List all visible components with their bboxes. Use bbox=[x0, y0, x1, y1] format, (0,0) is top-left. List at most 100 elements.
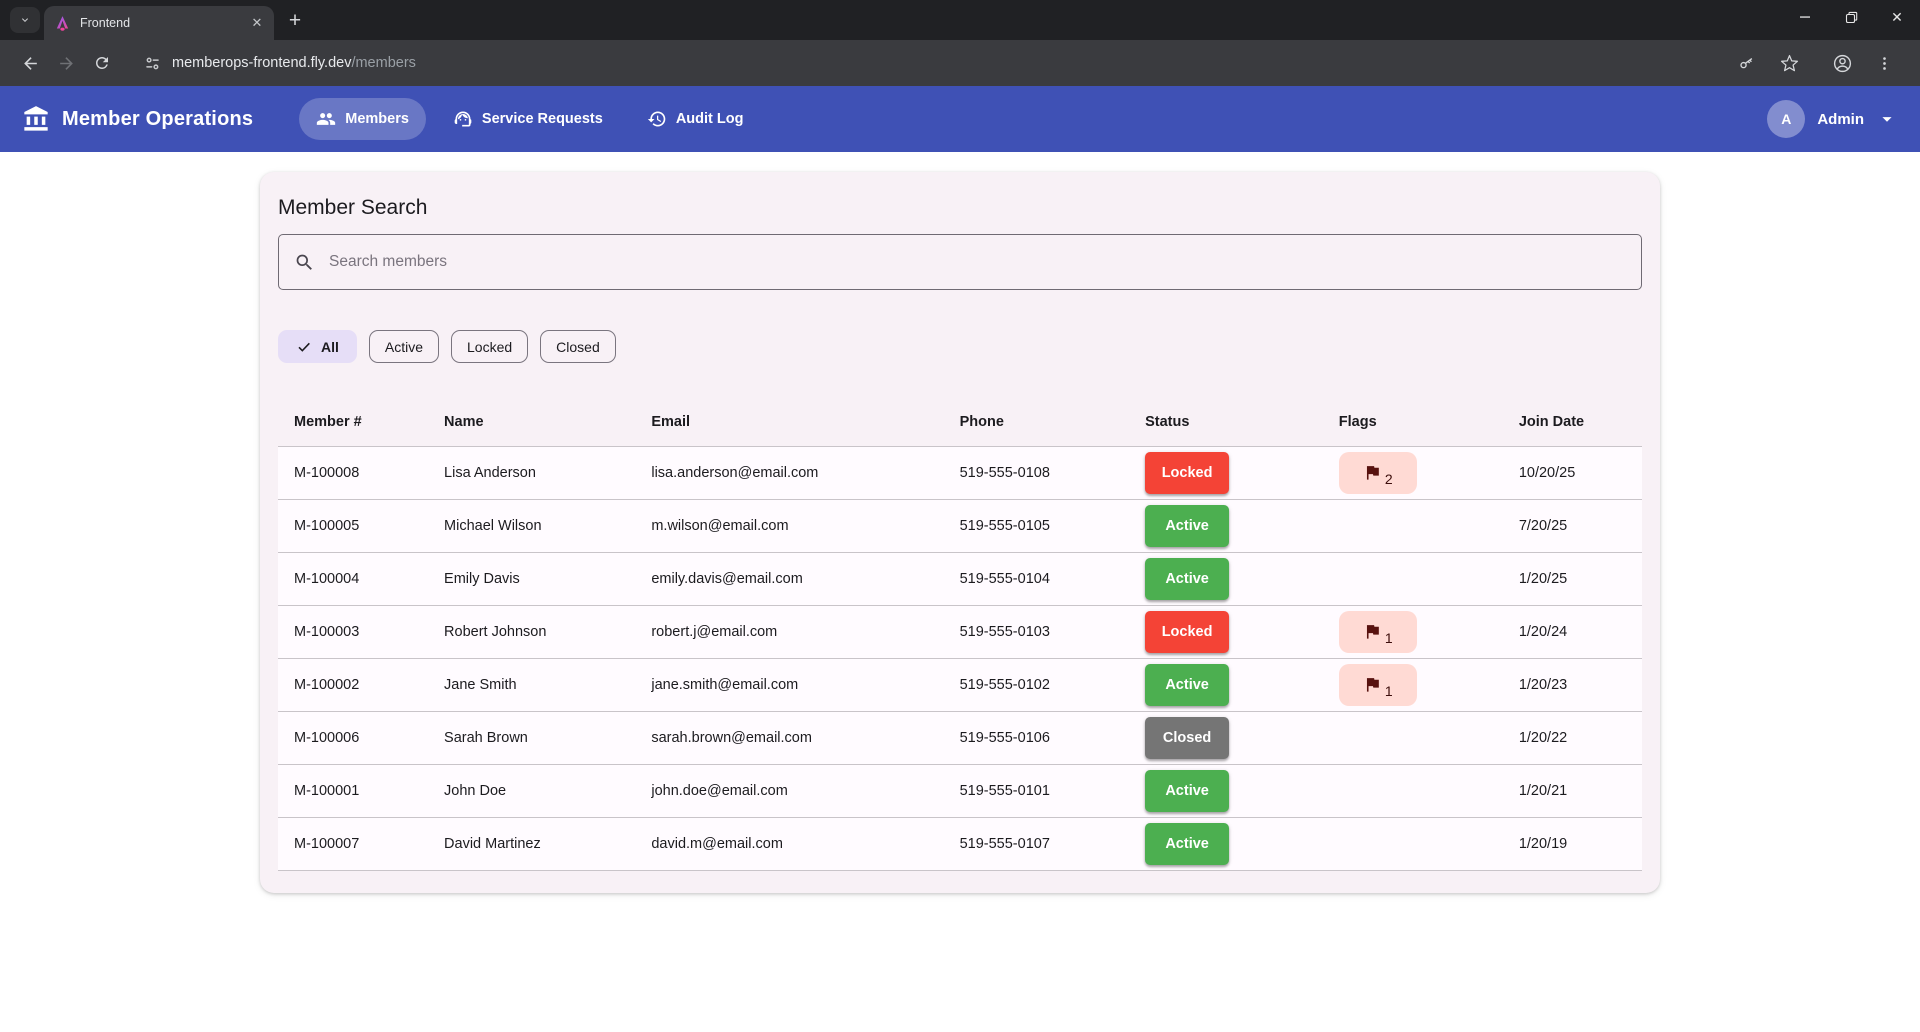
filter-chip-label: Active bbox=[385, 339, 423, 355]
nav-links: Members Service Requests Audit Log bbox=[299, 98, 760, 140]
app-navbar: Member Operations Members Service Reques… bbox=[0, 86, 1920, 152]
brand: Member Operations bbox=[22, 105, 253, 133]
cell-member-number: M-100003 bbox=[278, 605, 428, 658]
url-bar[interactable]: memberops-frontend.fly.dev/members bbox=[172, 55, 1729, 71]
flag-count: 1 bbox=[1385, 630, 1393, 646]
cell-email: john.doe@email.com bbox=[635, 764, 943, 817]
status-button[interactable]: Locked bbox=[1145, 611, 1229, 653]
minimize-button[interactable] bbox=[1782, 0, 1828, 34]
table-row[interactable]: M-100006 Sarah Brown sarah.brown@email.c… bbox=[278, 711, 1642, 764]
status-button[interactable]: Active bbox=[1145, 558, 1229, 600]
cell-email: emily.davis@email.com bbox=[635, 552, 943, 605]
cell-name: David Martinez bbox=[428, 817, 635, 870]
profile-button[interactable] bbox=[1827, 48, 1857, 78]
search-input[interactable] bbox=[329, 253, 1626, 271]
browser-toolbar: memberops-frontend.fly.dev/members bbox=[0, 40, 1920, 86]
cell-name: Michael Wilson bbox=[428, 499, 635, 552]
table-row[interactable]: M-100001 John Doe john.doe@email.com 519… bbox=[278, 764, 1642, 817]
cell-phone: 519-555-0106 bbox=[944, 711, 1130, 764]
search-icon bbox=[294, 252, 315, 273]
member-search-card: Member Search All Active Locked Closed bbox=[260, 172, 1660, 893]
status-button[interactable]: Active bbox=[1145, 664, 1229, 706]
status-button[interactable]: Active bbox=[1145, 505, 1229, 547]
toolbar-right bbox=[1729, 48, 1908, 78]
table-row[interactable]: M-100008 Lisa Anderson lisa.anderson@ema… bbox=[278, 446, 1642, 499]
reload-button[interactable] bbox=[87, 48, 117, 78]
browser-tab-frontend[interactable]: Frontend ✕ bbox=[44, 6, 274, 40]
cell-join-date: 1/20/25 bbox=[1503, 552, 1642, 605]
table-row[interactable]: M-100007 David Martinez david.m@email.co… bbox=[278, 817, 1642, 870]
url-path: /members bbox=[351, 55, 415, 71]
cell-join-date: 7/20/25 bbox=[1503, 499, 1642, 552]
column-header: Status bbox=[1129, 399, 1323, 446]
filter-chip-label: Locked bbox=[467, 339, 512, 355]
headset-icon bbox=[453, 109, 473, 129]
cell-join-date: 1/20/22 bbox=[1503, 711, 1642, 764]
tab-search-button[interactable] bbox=[10, 7, 40, 33]
brand-title: Member Operations bbox=[62, 108, 253, 131]
nav-item-label: Service Requests bbox=[482, 111, 603, 127]
cell-member-number: M-100002 bbox=[278, 658, 428, 711]
cell-phone: 519-555-0105 bbox=[944, 499, 1130, 552]
nav-item-audit-log[interactable]: Audit Log bbox=[630, 98, 761, 140]
tab-title: Frontend bbox=[80, 16, 248, 30]
nav-item-label: Members bbox=[345, 111, 409, 127]
nav-item-members[interactable]: Members bbox=[299, 98, 426, 140]
browser-menu-button[interactable] bbox=[1869, 48, 1899, 78]
cell-member-number: M-100006 bbox=[278, 711, 428, 764]
column-header: Member # bbox=[278, 399, 428, 446]
cell-member-number: M-100005 bbox=[278, 499, 428, 552]
forward-button[interactable] bbox=[51, 48, 81, 78]
close-window-button[interactable]: ✕ bbox=[1874, 0, 1920, 34]
nav-item-service-requests[interactable]: Service Requests bbox=[436, 98, 620, 140]
cell-phone: 519-555-0107 bbox=[944, 817, 1130, 870]
table-row[interactable]: M-100004 Emily Davis emily.davis@email.c… bbox=[278, 552, 1642, 605]
table-header-row: Member #NameEmailPhoneStatusFlagsJoin Da… bbox=[278, 399, 1642, 446]
column-header: Flags bbox=[1323, 399, 1503, 446]
people-icon bbox=[316, 109, 336, 129]
bookmark-button[interactable] bbox=[1774, 48, 1804, 78]
new-tab-button[interactable]: + bbox=[280, 6, 310, 36]
back-button[interactable] bbox=[15, 48, 45, 78]
column-header: Join Date bbox=[1503, 399, 1642, 446]
table-row[interactable]: M-100005 Michael Wilson m.wilson@email.c… bbox=[278, 499, 1642, 552]
password-manager-button[interactable] bbox=[1732, 48, 1762, 78]
filter-chip-closed[interactable]: Closed bbox=[540, 330, 616, 363]
member-table-body: M-100008 Lisa Anderson lisa.anderson@ema… bbox=[278, 446, 1642, 870]
column-header: Phone bbox=[944, 399, 1130, 446]
flag-badge: 1 bbox=[1339, 664, 1417, 706]
filter-chip-active[interactable]: Active bbox=[369, 330, 439, 363]
filter-chip-all[interactable]: All bbox=[278, 330, 357, 363]
tab-close-icon[interactable]: ✕ bbox=[248, 14, 266, 32]
key-icon bbox=[1738, 54, 1757, 73]
restore-button[interactable] bbox=[1828, 0, 1874, 34]
filter-chip-label: All bbox=[321, 339, 339, 355]
status-button[interactable]: Closed bbox=[1145, 717, 1229, 759]
cell-name: Sarah Brown bbox=[428, 711, 635, 764]
flag-badge: 1 bbox=[1339, 611, 1417, 653]
user-menu[interactable]: A Admin bbox=[1767, 100, 1898, 138]
forward-icon bbox=[57, 54, 76, 73]
status-button[interactable]: Locked bbox=[1145, 452, 1229, 494]
profile-icon bbox=[1832, 53, 1853, 74]
cell-member-number: M-100001 bbox=[278, 764, 428, 817]
status-button[interactable]: Active bbox=[1145, 823, 1229, 865]
page-title: Member Search bbox=[278, 196, 1642, 220]
member-table: Member #NameEmailPhoneStatusFlagsJoin Da… bbox=[278, 399, 1642, 871]
caret-down-icon bbox=[1876, 108, 1898, 130]
kebab-menu-icon bbox=[1876, 55, 1893, 72]
table-row[interactable]: M-100002 Jane Smith jane.smith@email.com… bbox=[278, 658, 1642, 711]
search-box bbox=[278, 234, 1642, 290]
cell-phone: 519-555-0104 bbox=[944, 552, 1130, 605]
user-label: Admin bbox=[1817, 111, 1864, 128]
restore-icon bbox=[1845, 11, 1858, 24]
filter-chip-locked[interactable]: Locked bbox=[451, 330, 528, 363]
cell-email: david.m@email.com bbox=[635, 817, 943, 870]
main-content: Member Search All Active Locked Closed bbox=[0, 172, 1920, 1032]
cell-member-number: M-100007 bbox=[278, 817, 428, 870]
table-row[interactable]: M-100003 Robert Johnson robert.j@email.c… bbox=[278, 605, 1642, 658]
filter-chip-label: Closed bbox=[556, 339, 600, 355]
site-info-button[interactable] bbox=[138, 49, 166, 77]
status-button[interactable]: Active bbox=[1145, 770, 1229, 812]
nav-item-label: Audit Log bbox=[676, 111, 744, 127]
